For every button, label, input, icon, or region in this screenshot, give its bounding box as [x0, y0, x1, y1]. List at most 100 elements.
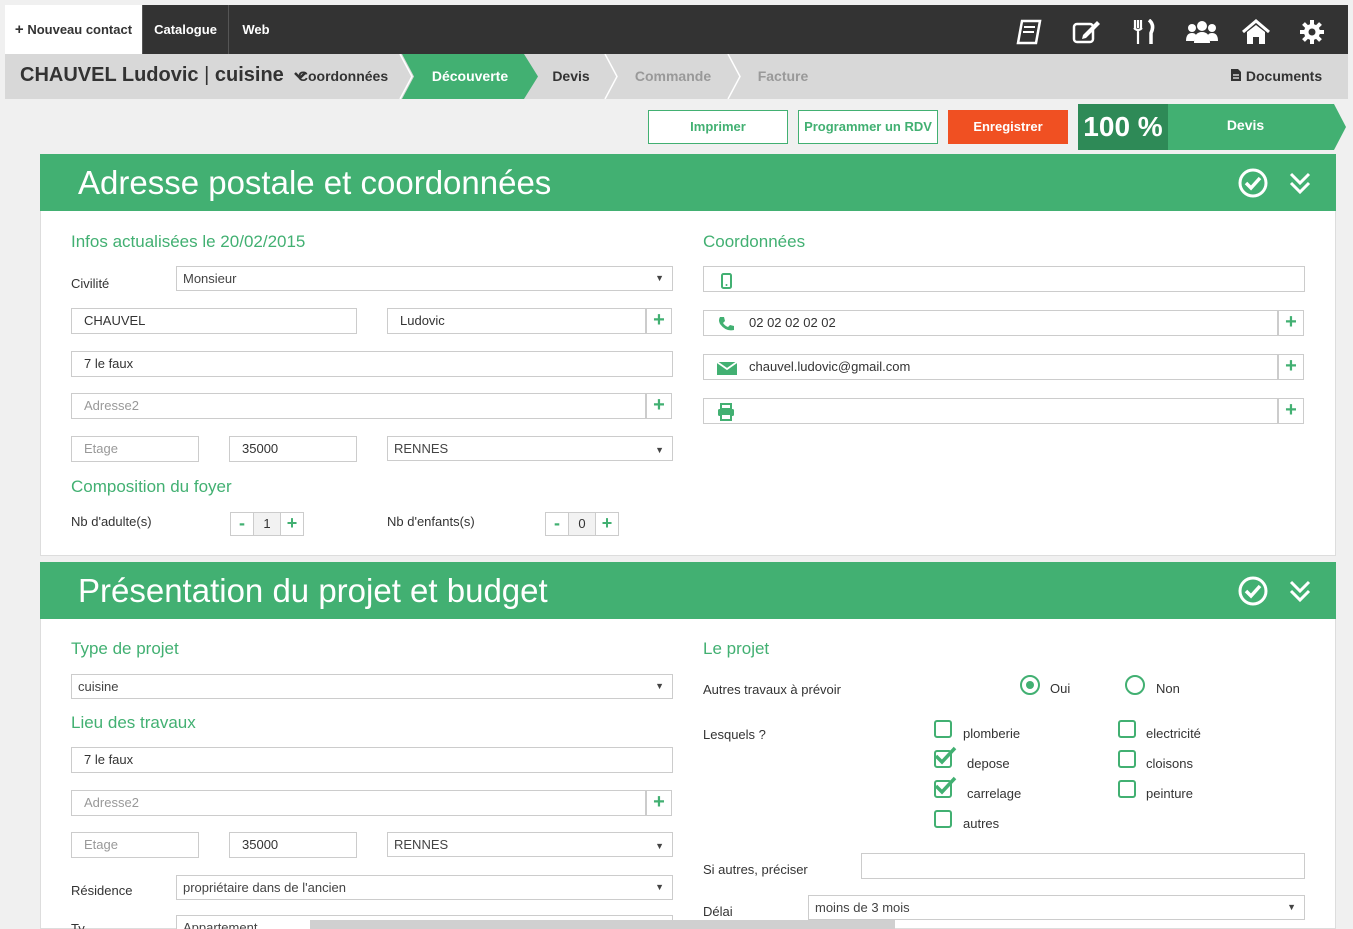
check-circle-icon [1238, 168, 1268, 198]
civilite-select[interactable]: Monsieur ▼ [176, 266, 673, 291]
no-label: Non [1156, 681, 1180, 696]
tab-label: Web [242, 22, 270, 37]
step-coordonnees[interactable]: Coordonnées [287, 54, 399, 99]
autres-checkbox[interactable] [934, 810, 952, 828]
tab-label: Nouveau contact [27, 22, 133, 37]
deadline-select[interactable]: moins de 3 mois ▼ [808, 895, 1305, 920]
select-value: moins de 3 mois [815, 900, 910, 915]
electricite-label: electricité [1146, 726, 1201, 741]
documents-button[interactable]: Documents [1230, 68, 1322, 84]
tab-nouveau-contact[interactable]: + Nouveau contact [5, 5, 143, 54]
tab-catalogue[interactable]: Catalogue [143, 5, 229, 54]
print-button[interactable]: Imprimer [648, 110, 788, 144]
step-devis[interactable]: Devis [538, 54, 604, 99]
work-location-title: Lieu des travaux [71, 713, 196, 732]
contact-title[interactable]: CHAUVEL Ludovic | cuisine [20, 64, 307, 87]
work-city-select[interactable]: RENNES ▼ [387, 832, 673, 857]
peinture-checkbox[interactable] [1118, 780, 1136, 798]
plomberie-label: plomberie [963, 726, 1021, 741]
cloisons-checkbox[interactable] [1118, 750, 1136, 768]
work-address1-input[interactable]: 7 le faux [71, 747, 673, 773]
add-email-button[interactable]: + [1278, 354, 1304, 380]
postal-code-input[interactable]: 35000 [229, 436, 357, 462]
users-icon[interactable] [1185, 19, 1219, 45]
home-icon[interactable] [1241, 19, 1271, 45]
add-address-button[interactable]: + [646, 393, 672, 419]
plus-icon: + [14, 21, 24, 38]
add-first-name-button[interactable]: + [646, 308, 672, 334]
mobile-phone-icon [721, 273, 732, 289]
printer-icon [718, 403, 734, 421]
address1-input[interactable]: 7 le faux [71, 351, 673, 377]
caret-down-icon: ▼ [1287, 902, 1296, 912]
email-input[interactable]: chauvel.ludovic@gmail.com [703, 354, 1278, 380]
add-phone-button[interactable]: + [1278, 310, 1304, 336]
next-step-label: Devis [1226, 117, 1265, 133]
fax-input[interactable] [703, 398, 1278, 424]
check-circle-icon [1238, 576, 1268, 606]
step-label: Facture [757, 68, 809, 84]
work-floor-input[interactable]: Etage [71, 832, 199, 858]
caret-down-icon: ▼ [655, 681, 664, 691]
step-decouverte[interactable]: Découverte [415, 54, 525, 99]
children-value[interactable]: 0 [569, 512, 595, 536]
contact-details-title: Coordonnées [703, 232, 806, 251]
save-button[interactable]: Enregistrer [948, 110, 1068, 144]
add-fax-button[interactable]: + [1278, 398, 1304, 424]
floor-input[interactable]: Etage [71, 436, 199, 462]
phone-input[interactable]: 02 02 02 02 02 [703, 310, 1278, 336]
add-work-address-button[interactable]: + [646, 790, 672, 816]
edit-icon[interactable] [1071, 19, 1101, 45]
horizontal-scrollbar[interactable] [310, 920, 895, 929]
electricite-checkbox[interactable] [1118, 720, 1136, 738]
adults-value[interactable]: 1 [254, 512, 280, 536]
step-facture[interactable]: Facture [743, 54, 823, 99]
completion-percent: 100 % [1078, 104, 1168, 150]
checkmark-icon [934, 746, 957, 765]
specify-input[interactable] [861, 853, 1305, 879]
other-works-no-radio[interactable] [1125, 675, 1145, 695]
section-address-body: Infos actualisées le 20/02/2015 Civilité… [40, 211, 1336, 556]
infos-title: Infos actualisées le 20/02/2015 [71, 232, 306, 251]
other-works-label: Autres travaux à prévoir [703, 682, 842, 697]
contact-name: CHAUVEL Ludovic [20, 64, 199, 86]
residence-select[interactable]: propriétaire dans de l'ancien ▼ [176, 875, 673, 900]
deadline-label: Délai [703, 904, 733, 919]
double-chevron-down-icon[interactable] [1284, 167, 1316, 199]
cutlery-icon[interactable] [1129, 19, 1159, 45]
plomberie-checkbox[interactable] [934, 720, 952, 738]
mobile-input[interactable] [703, 266, 1305, 292]
depose-label: depose [967, 756, 1010, 771]
step-commande[interactable]: Commande [620, 54, 726, 99]
last-name-input[interactable]: CHAUVEL [71, 308, 357, 334]
tab-web[interactable]: Web [229, 5, 283, 54]
checkmark-icon [934, 776, 957, 795]
envelope-icon [716, 361, 738, 375]
adults-minus-button[interactable]: - [230, 512, 254, 536]
address2-input[interactable]: Adresse2 [71, 393, 646, 419]
section-project-header[interactable]: Présentation du projet et budget [40, 562, 1336, 619]
tab-label: Catalogue [154, 22, 217, 37]
notebook-icon[interactable] [1015, 19, 1045, 45]
step-label: Devis [552, 68, 590, 84]
workflow-bar: CHAUVEL Ludovic | cuisine Coordonnées Dé… [5, 54, 1348, 99]
schedule-appointment-button[interactable]: Programmer un RDV [798, 110, 938, 144]
first-name-input[interactable]: Ludovic [387, 308, 646, 334]
section-address-header[interactable]: Adresse postale et coordonnées [40, 154, 1336, 211]
double-chevron-down-icon[interactable] [1284, 575, 1316, 607]
project-name: cuisine [214, 64, 284, 86]
work-postal-code-input[interactable]: 35000 [229, 832, 357, 858]
step-divider [727, 54, 741, 99]
other-works-yes-radio[interactable] [1020, 675, 1040, 695]
gear-icon[interactable] [1297, 19, 1327, 45]
children-plus-button[interactable]: + [595, 512, 619, 536]
select-value: Monsieur [183, 271, 237, 286]
caret-down-icon: ▼ [655, 445, 664, 455]
peinture-label: peinture [1146, 786, 1193, 801]
children-minus-button[interactable]: - [545, 512, 569, 536]
adults-plus-button[interactable]: + [280, 512, 304, 536]
city-select[interactable]: RENNES ▼ [387, 436, 673, 461]
project-type-select[interactable]: cuisine ▼ [71, 674, 673, 699]
step-label: Commande [634, 68, 712, 84]
work-address2-input[interactable]: Adresse2 [71, 790, 646, 816]
